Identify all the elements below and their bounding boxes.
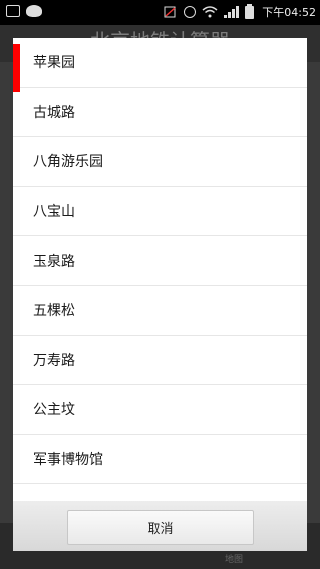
list-item[interactable]: 公主坟 [13,385,307,435]
status-bar: 下午04:52 [0,0,320,25]
battery-icon [245,3,255,19]
list-item-partial[interactable] [13,484,307,501]
list-item-label: 苹果园 [33,55,75,72]
list-item[interactable]: 古城路 [13,88,307,138]
list-item-label: 八角游乐园 [33,154,103,171]
image-icon [6,5,20,17]
cat-icon [26,5,42,17]
status-right-icons: 下午04:52 [164,3,316,20]
status-left-icons [6,5,42,17]
list-item[interactable]: 玉泉路 [13,236,307,286]
list-item[interactable]: 五棵松 [13,286,307,336]
list-item-label: 军事博物馆 [33,452,103,469]
station-picker-dialog: 苹果园 古城路 八角游乐园 八宝山 玉泉路 五棵松 万寿路 公主坟 军事博物馆 [13,38,307,501]
list-item-apple-orchard[interactable]: 苹果园 [13,38,307,92]
list-item[interactable]: 八宝山 [13,187,307,237]
list-item[interactable]: 万寿路 [13,336,307,386]
signal-icon [224,6,240,18]
dialog-button-bar: 取消 [13,501,307,551]
station-list[interactable]: 苹果园 古城路 八角游乐园 八宝山 玉泉路 五棵松 万寿路 公主坟 军事博物馆 [13,38,307,501]
list-item-label: 公主坟 [33,402,75,419]
sim-error-icon [164,6,176,18]
cancel-button[interactable]: 取消 [67,510,254,545]
status-time: 下午04:52 [262,6,316,19]
bottom-tab-map: 地图 [225,555,244,565]
list-item-label: 万寿路 [33,352,75,369]
list-item-label: 玉泉路 [33,253,75,270]
list-item-label: 古城路 [33,104,75,121]
list-item-label: 五棵松 [33,303,75,320]
list-item-label: 八宝山 [33,204,75,221]
alarm-icon [184,6,197,18]
list-item[interactable]: 八角游乐园 [13,137,307,187]
list-item[interactable]: 军事博物馆 [13,435,307,485]
wifi-icon [202,6,218,18]
